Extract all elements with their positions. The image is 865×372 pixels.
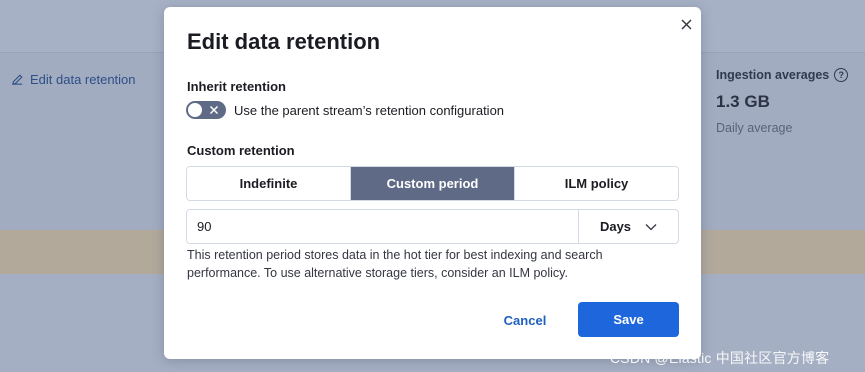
modal-title: Edit data retention (187, 29, 381, 54)
edit-data-retention-label: Edit data retention (30, 72, 136, 87)
ingestion-subtitle: Daily average (716, 121, 793, 135)
period-unit-select[interactable]: Days (578, 210, 678, 243)
ingestion-value: 1.3 GB (716, 92, 770, 111)
ingestion-averages-title: Ingestion averages ? (716, 68, 849, 82)
option-indefinite[interactable]: Indefinite (187, 167, 350, 200)
option-custom-period[interactable]: Custom period (350, 167, 514, 200)
chevron-down-icon (645, 223, 657, 230)
retention-period-row: Days (186, 209, 679, 244)
watermark: CSDN @Elastic 中国社区官方博客 (610, 350, 830, 366)
retention-help-text: This retention period stores data in the… (187, 248, 603, 280)
inherit-toggle-text: Use the parent stream’s retention config… (234, 102, 505, 118)
toggle-knob (187, 102, 203, 118)
inherit-toggle-row: Use the parent stream’s retention config… (186, 101, 504, 119)
retention-type-selector: Indefinite Custom period ILM policy (186, 166, 679, 201)
period-unit-label: Days (599, 219, 632, 234)
info-icon[interactable]: ? (834, 68, 849, 82)
inherit-retention-label: Inherit retention (187, 79, 286, 94)
edit-data-retention-link[interactable]: Edit data retention (11, 72, 136, 87)
pencil-icon (12, 74, 23, 85)
ingestion-title-text: Ingestion averages (716, 68, 830, 82)
save-button[interactable]: Save (578, 302, 679, 337)
retention-period-input[interactable] (187, 210, 578, 243)
inherit-retention-toggle[interactable] (186, 101, 226, 119)
cross-icon (209, 105, 219, 115)
close-icon (681, 19, 691, 29)
custom-retention-label: Custom retention (187, 143, 295, 158)
option-ilm-policy[interactable]: ILM policy (514, 167, 678, 200)
close-button[interactable] (677, 15, 695, 33)
cancel-button[interactable]: Cancel (495, 303, 555, 337)
edit-retention-modal: Edit data retention Inherit retention Us… (164, 7, 701, 359)
